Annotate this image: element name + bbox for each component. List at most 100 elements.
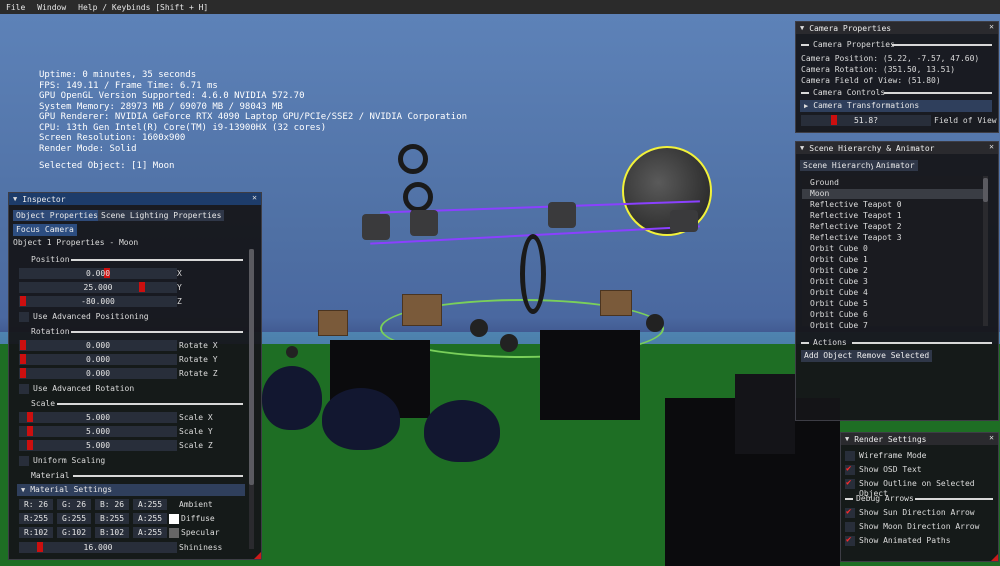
hierarchy-title-bar[interactable]: ▼ Scene Hierarchy & Animator ✕: [796, 142, 998, 154]
diffuse-r[interactable]: R:255: [19, 513, 53, 524]
sun-arrow-checkbox[interactable]: [845, 507, 855, 518]
menu-help[interactable]: Help / Keybinds [Shift + H]: [72, 3, 214, 12]
list-item[interactable]: Orbit Cube 1: [810, 255, 868, 264]
hierarchy-window[interactable]: ▼ Scene Hierarchy & Animator ✕ Scene Hie…: [795, 141, 999, 421]
resize-grip-icon[interactable]: [991, 554, 998, 561]
hierarchy-list[interactable]: Ground Moon Reflective Teapot 0 Reflecti…: [802, 176, 988, 330]
list-item[interactable]: Orbit Cube 4: [810, 288, 868, 297]
collapse-triangle-icon: ▼: [21, 486, 26, 494]
moon-arrow-checkbox[interactable]: [845, 522, 855, 532]
resize-grip-icon[interactable]: [254, 552, 261, 559]
camera-transformations-header[interactable]: ▶ Camera Transformations: [800, 100, 992, 112]
specular-g[interactable]: G:102: [57, 527, 91, 538]
uniform-scaling-label: Uniform Scaling: [33, 456, 106, 465]
list-item[interactable]: Orbit Cube 6: [810, 310, 868, 319]
fov-slider[interactable]: 51.8?: [801, 115, 931, 126]
specular-r[interactable]: R:102: [19, 527, 53, 538]
slider-grab[interactable]: [20, 354, 26, 364]
position-z-slider[interactable]: -80.000: [19, 296, 177, 307]
list-item[interactable]: Ground: [810, 178, 839, 187]
list-item[interactable]: Orbit Cube 7: [810, 321, 868, 330]
inspector-title-bar[interactable]: ▼ Inspector ✕: [9, 193, 261, 205]
teapot-object: [548, 202, 576, 228]
ambient-r[interactable]: R: 26: [19, 499, 53, 510]
animated-paths-checkbox[interactable]: [845, 535, 855, 546]
ambient-b[interactable]: B: 26: [95, 499, 129, 510]
position-y-slider[interactable]: 25.000: [19, 282, 177, 293]
list-item[interactable]: Orbit Cube 2: [810, 266, 868, 275]
collapse-triangle-icon[interactable]: ▼: [13, 195, 17, 203]
close-icon[interactable]: ✕: [989, 433, 994, 442]
list-scrollbar[interactable]: [983, 176, 988, 326]
menu-window[interactable]: Window: [31, 3, 72, 12]
ambient-g[interactable]: G: 26: [57, 499, 91, 510]
inspector-window[interactable]: ▼ Inspector ✕ Object Properties Scene Li…: [8, 192, 262, 560]
slider-grab[interactable]: [20, 296, 26, 306]
tab-animator[interactable]: Animator: [873, 160, 918, 171]
advanced-positioning-checkbox[interactable]: [19, 312, 29, 322]
list-item[interactable]: Orbit Cube 3: [810, 277, 868, 286]
list-item-selected[interactable]: Moon: [802, 189, 988, 199]
slider-grab[interactable]: [27, 440, 33, 450]
advanced-rotation-checkbox[interactable]: [19, 384, 29, 394]
inspector-scrollbar[interactable]: [249, 249, 254, 549]
slider-grab[interactable]: [831, 115, 837, 125]
diffuse-g[interactable]: G:255: [57, 513, 91, 524]
specular-a[interactable]: A:255: [133, 527, 167, 538]
slider-grab[interactable]: [20, 340, 26, 350]
list-item[interactable]: Reflective Teapot 0: [810, 200, 902, 209]
tab-scene-hierarchy[interactable]: Scene Hierarchy: [800, 160, 879, 171]
separator: [57, 403, 243, 405]
list-item[interactable]: Orbit Cube 5: [810, 299, 868, 308]
remove-selected-button[interactable]: Remove Selected: [854, 350, 933, 362]
scale-y-slider[interactable]: 5.000: [19, 426, 177, 437]
tab-object-properties[interactable]: Object Properties: [13, 210, 101, 221]
list-item[interactable]: Orbit Cube 0: [810, 244, 868, 253]
list-item[interactable]: Reflective Teapot 3: [810, 233, 902, 242]
tab-scene-lighting[interactable]: Scene Lighting Properties: [98, 210, 225, 221]
collapse-triangle-icon[interactable]: ▼: [800, 24, 804, 32]
diffuse-a[interactable]: A:255: [133, 513, 167, 524]
slider-grab[interactable]: [27, 412, 33, 422]
rotate-x-slider[interactable]: 0.000: [19, 340, 177, 351]
close-icon[interactable]: ✕: [989, 142, 994, 151]
wireframe-checkbox[interactable]: [845, 451, 855, 461]
show-osd-checkbox[interactable]: [845, 464, 855, 475]
rotate-y-label: Rotate Y: [179, 355, 218, 364]
uniform-scaling-checkbox[interactable]: [19, 456, 29, 466]
show-outline-checkbox[interactable]: [845, 478, 855, 489]
collapse-triangle-icon[interactable]: ▼: [845, 435, 849, 443]
specular-color-swatch[interactable]: [169, 528, 179, 538]
add-object-button[interactable]: Add Object: [801, 350, 856, 362]
ambient-a[interactable]: A:255: [133, 499, 167, 510]
menu-file[interactable]: File: [0, 3, 31, 12]
list-item[interactable]: Reflective Teapot 1: [810, 211, 902, 220]
slider-grab[interactable]: [37, 542, 43, 552]
slider-grab[interactable]: [139, 282, 145, 292]
position-x-slider[interactable]: 0.000: [19, 268, 177, 279]
scale-x-slider[interactable]: 5.000: [19, 412, 177, 423]
diffuse-b[interactable]: B:255: [95, 513, 129, 524]
rotate-z-slider[interactable]: 0.000: [19, 368, 177, 379]
moon-object[interactable]: [622, 146, 712, 236]
slider-grab[interactable]: [27, 426, 33, 436]
focus-camera-button[interactable]: Focus Camera: [13, 224, 77, 236]
diffuse-color-swatch[interactable]: [169, 514, 179, 524]
window-title: Camera Properties: [809, 23, 892, 33]
material-settings-header[interactable]: ▼ Material Settings: [17, 484, 245, 496]
render-settings-window[interactable]: ▼ Render Settings ✕ Wireframe Mode Show …: [840, 432, 999, 562]
camera-window[interactable]: ▼ Camera Properties ✕ Camera Properties …: [795, 21, 999, 133]
camera-title-bar[interactable]: ▼ Camera Properties ✕: [796, 22, 998, 34]
shininess-slider[interactable]: 16.000: [19, 542, 177, 553]
close-icon[interactable]: ✕: [252, 193, 257, 202]
ambient-label: Ambient: [179, 500, 213, 509]
render-title-bar[interactable]: ▼ Render Settings ✕: [841, 433, 998, 445]
show-osd-label: Show OSD Text: [859, 465, 922, 474]
close-icon[interactable]: ✕: [989, 22, 994, 31]
rotate-y-slider[interactable]: 0.000: [19, 354, 177, 365]
scale-z-slider[interactable]: 5.000: [19, 440, 177, 451]
specular-b[interactable]: B:102: [95, 527, 129, 538]
list-item[interactable]: Reflective Teapot 2: [810, 222, 902, 231]
collapse-triangle-icon[interactable]: ▼: [800, 144, 804, 152]
slider-grab[interactable]: [20, 368, 26, 378]
